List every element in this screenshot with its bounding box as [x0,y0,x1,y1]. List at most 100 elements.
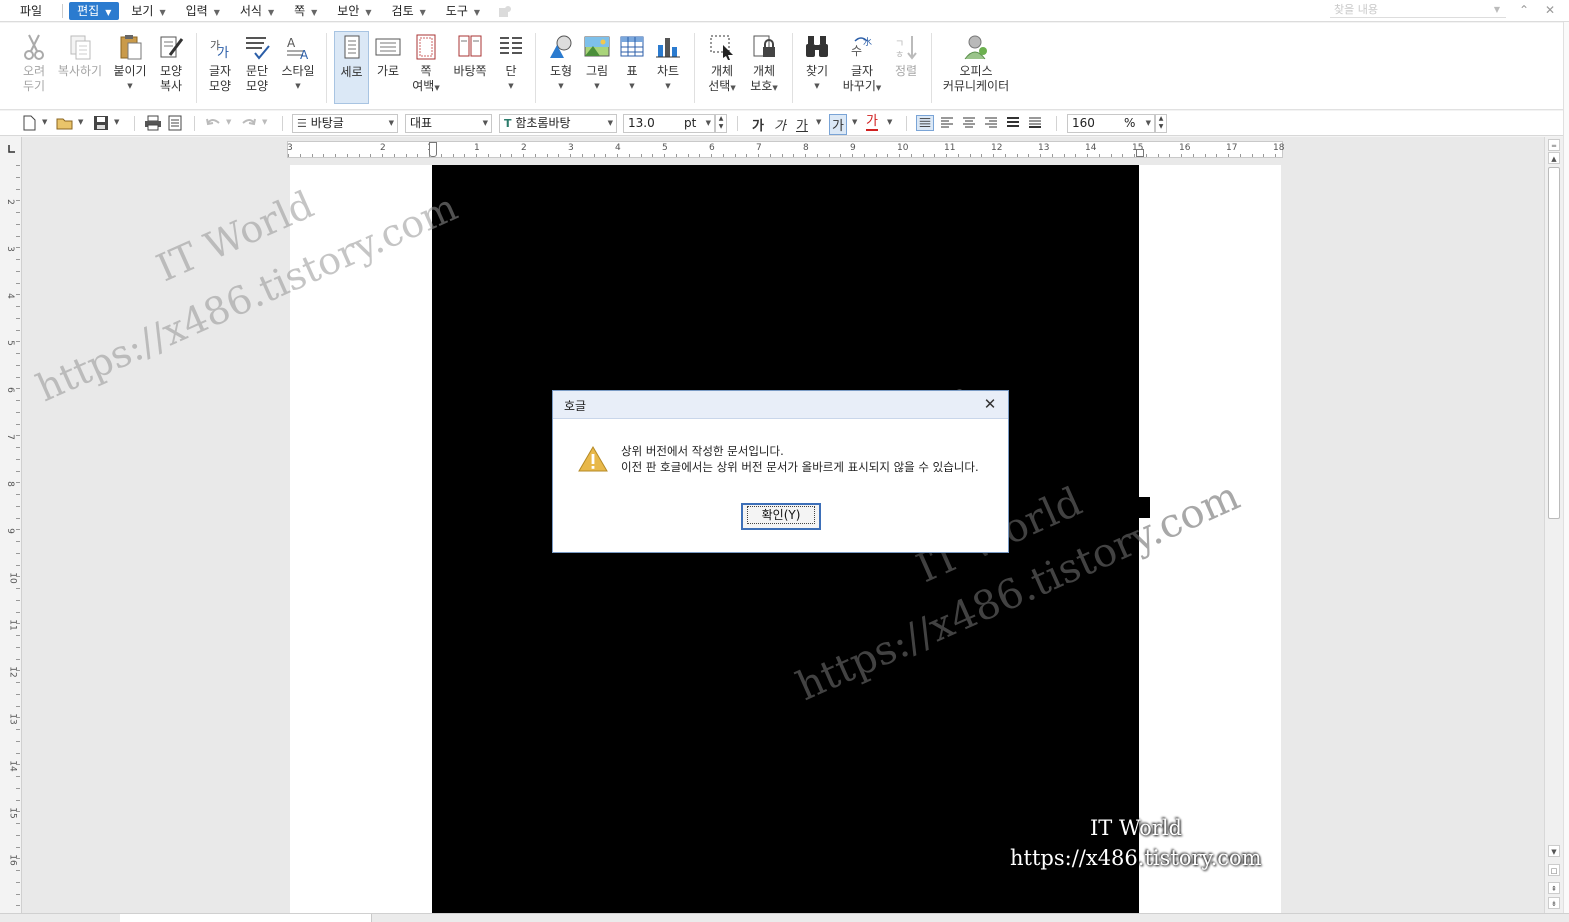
italic-button[interactable]: 가 [774,115,786,134]
landscape-button[interactable]: 가로 [372,33,404,79]
open-folder-icon[interactable] [56,115,74,131]
right-margin-marker[interactable] [1136,149,1144,157]
dialog-title-bar[interactable]: 호글 ✕ [553,391,1008,419]
align-center-icon[interactable] [960,115,978,131]
scroll-down-icon[interactable]: ▼ [1548,845,1560,857]
object-protect-button[interactable]: 개체 보호▼ [746,33,782,96]
document-tab[interactable] [120,914,372,922]
search-input[interactable]: 찾을 내용 ▼ [1330,2,1506,18]
ruler-tick [16,752,20,754]
prev-page-icon[interactable]: ⇞ [1548,882,1560,894]
distribute-icon[interactable] [1004,115,1022,131]
menu-format[interactable]: 서식 ▼ [232,2,282,20]
ok-button[interactable]: 확인(Y) [741,503,821,530]
ruler-corner[interactable] [0,137,22,161]
ruler-tick [16,176,20,178]
page-view-icon[interactable]: □ [1548,864,1560,876]
vertical-scrollbar[interactable]: ═ ▲ ▼ □ ⇞ ⇟ [1544,137,1563,914]
office-communicator-button[interactable]: 오피스 커뮤니케이터 [940,33,1012,94]
menu-review[interactable]: 검토 ▼ [384,2,434,20]
print-preview-icon[interactable] [166,115,184,131]
object-select-button[interactable]: 개체 선택▼ [704,33,740,96]
ruler-tick [16,341,20,343]
chevron-down-icon[interactable]: ▼ [887,118,892,126]
chart-button[interactable]: 차트 ▼ [652,33,684,94]
font-size-stepper[interactable]: ▲ ▼ [715,114,727,133]
align-left-icon[interactable] [938,115,956,131]
format-copy-label-1: 모양 [159,64,183,78]
ruler-tick [16,270,20,272]
ruler-number: 16 [1179,143,1191,153]
next-page-icon[interactable]: ⇟ [1548,897,1560,909]
chevron-down-icon[interactable]: ▼ [262,118,267,126]
style-select[interactable]: ☰ 바탕글 ▼ [292,114,398,133]
ruler-tick [1040,154,1041,157]
cut-button[interactable]: 오려 두기 [18,33,50,94]
sort-button[interactable]: ㄱㅎ 정렬 [890,33,922,79]
portrait-button[interactable]: 세로 [334,31,369,104]
left-margin-marker[interactable] [429,142,437,157]
horizontal-ruler[interactable]: 321123456789101112131415161718 [287,141,1284,158]
scrollbar-thumb[interactable] [1548,167,1560,519]
align-right-icon[interactable] [982,115,1000,131]
ruler-tick [16,881,20,883]
replace-button[interactable]: 수水 글자 바꾸기▼ [840,33,884,96]
menu-insert[interactable]: 입력 ▼ [178,2,228,20]
picture-button[interactable]: 그림 ▼ [581,33,613,94]
menu-page[interactable]: 쪽 ▼ [286,2,325,20]
style-button[interactable]: AA 스타일 ▼ [279,33,317,94]
scroll-up-icon[interactable]: ▲ [1548,152,1560,164]
menu-edit[interactable]: 편집 ▼ [69,1,120,20]
chevron-down-icon[interactable]: ▼ [114,118,119,126]
print-icon[interactable] [144,115,162,131]
collapse-ribbon-icon[interactable]: ⌃ [1516,2,1532,18]
align-justify-icon[interactable] [916,115,934,131]
page-margin-button[interactable]: 쪽 여백▼ [410,33,442,96]
new-document-icon[interactable] [20,115,38,131]
zoom-stepper[interactable]: ▲ ▼ [1155,114,1167,133]
zoom-input[interactable]: 160 % ▼ [1067,114,1155,133]
font-size-input[interactable]: 13.0 pt ▼ [623,114,715,133]
puzzle-icon[interactable] [498,4,512,18]
chevron-down-icon: ▼ [295,82,301,90]
chevron-down-icon[interactable]: ▼ [42,118,47,126]
menu-tools[interactable]: 도구 ▼ [438,2,488,20]
master-page-button[interactable]: 바탕쪽 [450,33,490,79]
ruler-tick [323,154,325,157]
char-shape-button[interactable]: 가가 글자 모양 [203,33,237,94]
shape-button[interactable]: 도형 ▼ [545,33,577,94]
table-button[interactable]: 표 ▼ [617,33,647,94]
paste-button[interactable]: 붙이기 ▼ [112,33,148,94]
redo-icon[interactable] [240,115,258,131]
language-select[interactable]: 대표 ▼ [405,114,492,133]
menu-file[interactable]: 파일 [12,2,50,20]
chevron-down-icon[interactable]: ▼ [78,118,83,126]
font-select[interactable]: T 함초롬바탕 ▼ [499,114,617,133]
undo-icon[interactable] [204,115,222,131]
copy-button[interactable]: 복사하기 [56,33,104,79]
toolbar-separator [282,116,283,131]
ruler-tick [1145,154,1147,157]
ruler-tick [16,411,20,413]
chevron-down-icon[interactable]: ▼ [816,118,821,126]
menu-security[interactable]: 보안 ▼ [329,2,379,20]
ruler-tick [16,623,20,625]
close-icon[interactable]: ✕ [1542,2,1558,18]
language-select-value: 대표 [410,116,433,130]
highlight-button[interactable]: 가 [829,114,847,135]
chevron-down-icon[interactable]: ▼ [226,118,231,126]
divide-align-icon[interactable] [1026,115,1044,131]
columns-button[interactable]: 단 ▼ [496,33,526,94]
menu-view[interactable]: 보기 ▼ [123,2,173,20]
save-icon[interactable] [92,115,110,131]
font-color-button[interactable]: 가 [866,115,878,131]
vertical-ruler[interactable]: 2 3 4 5 6 7 8 9 10 11 12 13 14 15 16 [0,161,22,922]
find-button[interactable]: 찾기 ▼ [801,33,833,94]
format-copy-button[interactable]: 모양 복사 [154,33,188,94]
split-view-icon[interactable]: ═ [1548,139,1560,151]
close-icon[interactable]: ✕ [982,396,998,412]
chevron-down-icon[interactable]: ▼ [852,118,857,126]
para-shape-button[interactable]: 문단 모양 [240,33,274,94]
bold-button[interactable]: 가 [752,115,764,134]
underline-button[interactable]: 가 [796,115,808,134]
